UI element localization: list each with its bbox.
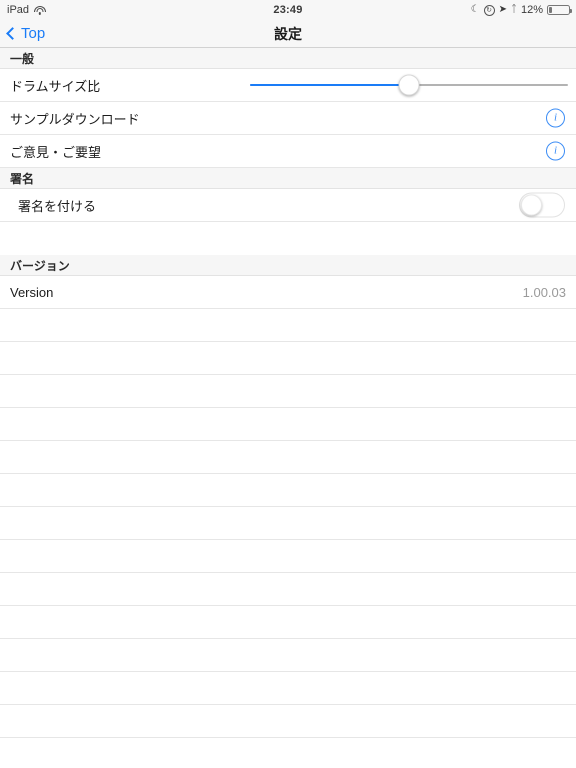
battery-percent: 12% [520, 4, 543, 16]
empty-row [0, 705, 576, 738]
section-header-version: バージョン [0, 255, 576, 276]
row-version: Version 1.00.03 [0, 276, 576, 309]
row-label: ご意見・ご要望 [10, 144, 102, 160]
empty-row [0, 342, 576, 375]
info-circle-icon[interactable]: i [546, 141, 565, 161]
empty-row [0, 507, 576, 540]
row-label: ドラムサイズ比 [10, 78, 101, 94]
section-header-signature: 署名 [0, 168, 576, 189]
toggle-knob [521, 194, 542, 216]
slider-thumb[interactable] [398, 74, 420, 96]
info-circle-icon[interactable]: i [546, 108, 565, 128]
drum-size-slider[interactable] [250, 74, 568, 96]
status-bar: iPad 23:49 ☾ ↻ ➤ ᛏ 12% [0, 0, 576, 20]
empty-row [0, 540, 576, 573]
status-bar-right: ☾ ↻ ➤ ᛏ 12% [470, 4, 572, 16]
moon-icon: ☾ [470, 4, 480, 15]
empty-row [0, 573, 576, 606]
empty-row [0, 606, 576, 639]
row-sample-download[interactable]: サンプルダウンロード i [0, 102, 576, 135]
empty-row [0, 474, 576, 507]
bluetooth-icon: ᛏ [510, 4, 517, 15]
page-title: 設定 [274, 25, 302, 42]
empty-row [0, 309, 576, 342]
location-arrow-icon: ➤ [498, 4, 507, 15]
empty-row [0, 441, 576, 474]
row-add-signature[interactable]: 署名を付ける [0, 189, 576, 222]
section-header-general: 一般 [0, 48, 576, 69]
row-label: 署名を付ける [18, 198, 97, 214]
slider-fill [250, 84, 409, 86]
empty-row [0, 375, 576, 408]
settings-list: 一般 ドラムサイズ比 サンプルダウンロード i ご意見・ご要望 i 署名 署名を… [0, 48, 576, 738]
empty-row [0, 408, 576, 441]
row-drum-size-ratio[interactable]: ドラムサイズ比 [0, 69, 576, 102]
empty-row [0, 672, 576, 705]
version-value: 1.00.03 [522, 284, 566, 300]
empty-rows-container [0, 309, 576, 738]
battery-icon [547, 5, 572, 15]
signature-toggle[interactable] [519, 192, 565, 218]
section-gap [0, 222, 576, 255]
row-label: Version [10, 284, 54, 300]
empty-row [0, 639, 576, 672]
rotation-lock-icon: ↻ [483, 4, 495, 16]
navigation-bar: Top 設定 [0, 20, 576, 48]
row-label: サンプルダウンロード [10, 111, 140, 127]
row-feedback[interactable]: ご意見・ご要望 i [0, 135, 576, 168]
